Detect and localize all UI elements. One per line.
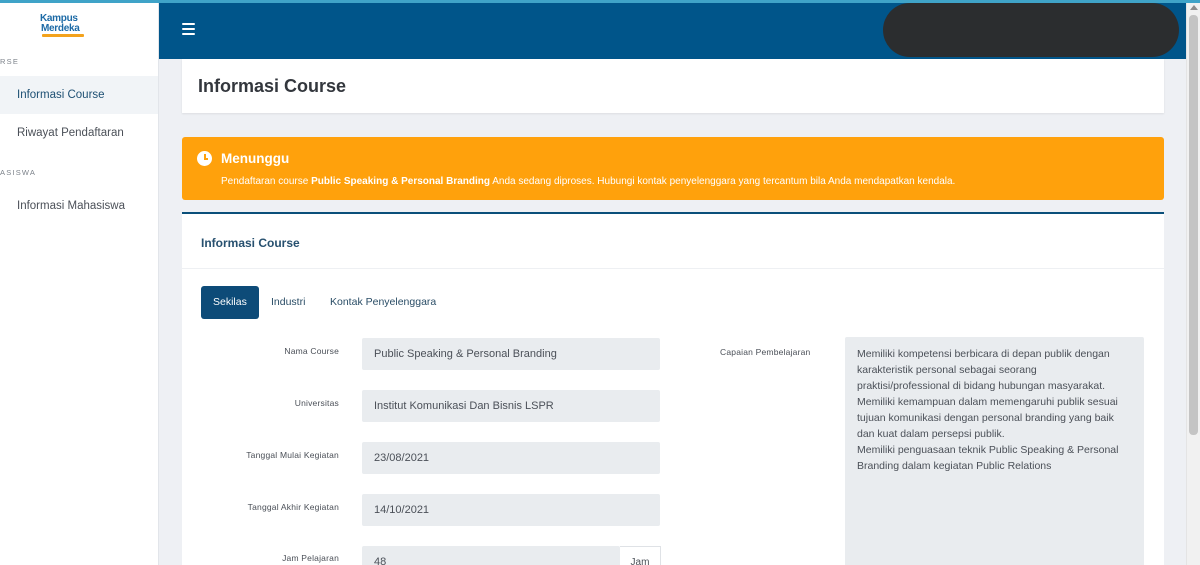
sidebar-item-informasi-mahasiswa[interactable]: Informasi Mahasiswa [0,187,158,225]
sidebar-item-riwayat-pendaftaran[interactable]: Riwayat Pendaftaran [0,114,158,152]
capaian-pembelajaran-label: Capaian Pembelajaran [720,347,811,357]
scroll-up-arrow-icon[interactable] [1190,5,1198,10]
status-alert: Menunggu Pendaftaran course Public Speak… [182,137,1164,200]
page-scrollbar[interactable] [1186,3,1200,565]
clock-icon [197,151,212,166]
sidebar-item-informasi-course[interactable]: Informasi Course [0,76,158,114]
universitas-label: Universitas [294,398,339,408]
page-title-card: Informasi Course [182,59,1164,113]
tanggal-mulai-field[interactable]: 23/08/2021 [362,442,660,474]
course-info-heading: Informasi Course [201,236,300,250]
alert-message: Pendaftaran course Public Speaking & Per… [221,176,955,187]
page-title: Informasi Course [198,76,347,96]
alert-message-suffix: Anda sedang diproses. Hubungi kontak pen… [490,176,956,187]
tanggal-akhir-field[interactable]: 14/10/2021 [362,494,660,526]
sidebar: Kampus Merdeka RSE Informasi Course Riwa… [0,0,159,565]
sidebar-section-mahasiswa: ASISWA [0,168,37,177]
jam-unit-addon: Jam [620,546,661,565]
hamburger-icon[interactable] [182,23,195,35]
course-info-card-header: Informasi Course [182,214,1164,269]
kampus-merdeka-logo[interactable]: Kampus Merdeka [40,14,90,40]
nama-course-field[interactable]: Public Speaking & Personal Branding [362,338,660,370]
jam-pelajaran-label: Jam Pelajaran [282,553,339,563]
sidebar-section-course: RSE [0,57,20,66]
capaian-pembelajaran-textarea[interactable]: Memiliki kompetensi berbicara di depan p… [845,337,1144,565]
jam-pelajaran-field[interactable]: 48 [362,546,620,565]
tanggal-akhir-label: Tanggal Akhir Kegiatan [247,502,339,512]
capaian-line: Memiliki kemampuan dalam memengaruhi pub… [857,396,1118,440]
universitas-field[interactable]: Institut Komunikasi Dan Bisnis LSPR [362,390,660,422]
top-accent-line [0,0,1200,3]
nama-course-label: Nama Course [284,346,339,356]
tab-kontak-penyelenggara[interactable]: Kontak Penyelenggara [330,286,436,319]
alert-course-name: Public Speaking & Personal Branding [311,176,490,187]
scrollbar-thumb[interactable] [1189,15,1198,435]
tanggal-mulai-label: Tanggal Mulai Kegiatan [246,450,339,460]
alert-title: Menunggu [221,151,290,166]
alert-message-prefix: Pendaftaran course [221,176,312,187]
tab-industri[interactable]: Industri [271,286,305,319]
logo-underline [42,34,84,37]
capaian-line: Memiliki kompetensi berbicara di depan p… [857,348,1110,392]
capaian-line: Memiliki penguasaan teknik Public Speaki… [857,444,1119,472]
top-header [159,3,1186,59]
logo-line-2: Merdeka [41,23,80,34]
course-info-card: Informasi Course Sekilas Industri Kontak… [182,212,1164,565]
tab-sekilas[interactable]: Sekilas [201,286,259,319]
user-profile-menu[interactable] [883,3,1179,57]
